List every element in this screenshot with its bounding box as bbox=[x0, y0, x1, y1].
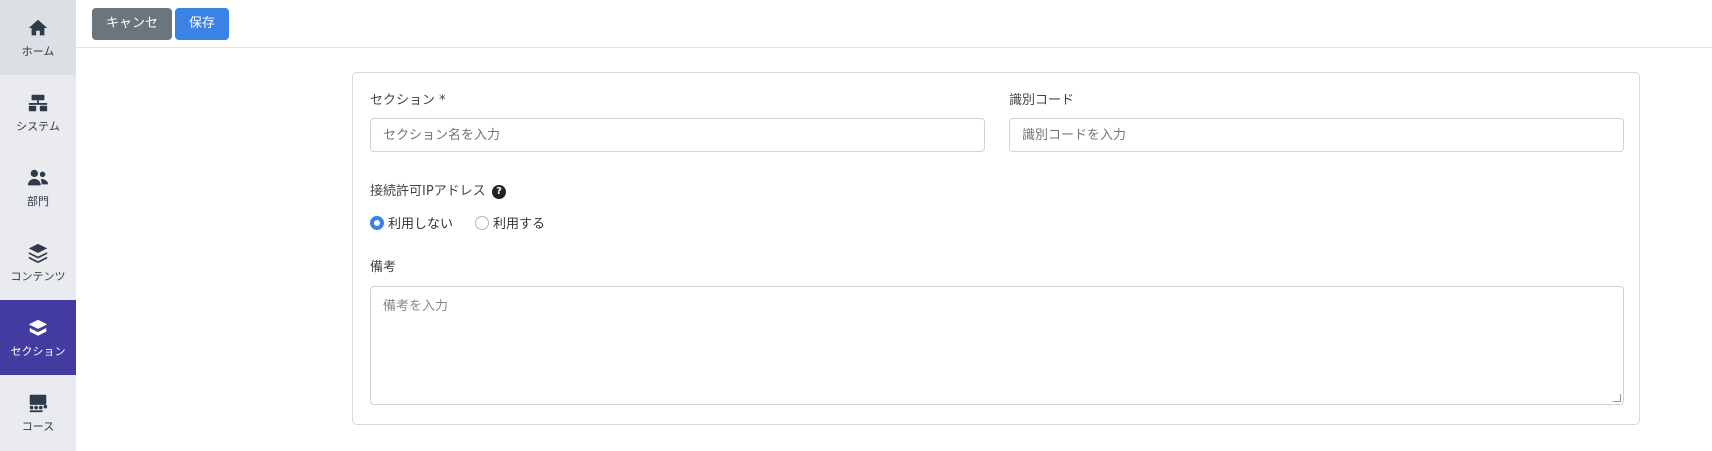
ip-option-enabled[interactable]: 利用する bbox=[475, 213, 545, 232]
section-icon bbox=[26, 317, 50, 339]
section-name-label: セクション * bbox=[370, 93, 446, 108]
sidebar-item-home[interactable]: ホーム bbox=[0, 0, 76, 75]
code-label: 識別コード bbox=[1009, 93, 1075, 108]
sidebar-item-department[interactable]: 部門 bbox=[0, 150, 76, 225]
sidebar-item-course[interactable]: コース bbox=[0, 375, 76, 450]
toolbar: キャンセル 保存 bbox=[76, 0, 1712, 63]
question-circle-icon[interactable]: ? bbox=[492, 185, 506, 199]
sidebar-item-label: コース bbox=[21, 420, 55, 433]
resize-handle-icon[interactable] bbox=[1613, 394, 1621, 402]
section-form-card: セクション * 識別コード 接続許可IPアドレス ? 利用しない 利用する 備考… bbox=[352, 72, 1640, 425]
users-icon bbox=[26, 167, 50, 189]
ip-radio-group: 利用しない 利用する bbox=[370, 213, 567, 232]
ip-option-disabled[interactable]: 利用しない bbox=[370, 213, 453, 232]
sidebar-item-system[interactable]: システム bbox=[0, 75, 76, 150]
ip-option-disabled-label: 利用しない bbox=[388, 217, 454, 232]
save-button[interactable]: 保存 bbox=[175, 8, 229, 40]
radio-checked-icon[interactable] bbox=[370, 215, 384, 230]
sidebar-item-label: ホーム bbox=[21, 45, 55, 58]
sidebar-item-label: セクション bbox=[10, 345, 66, 358]
ip-label: 接続許可IPアドレス bbox=[370, 184, 486, 199]
layers-icon bbox=[26, 242, 50, 264]
sidebar-item-label: コンテンツ bbox=[10, 270, 66, 283]
notes-textarea[interactable]: 備考を入力 bbox=[370, 286, 1624, 405]
notes-placeholder: 備考を入力 bbox=[383, 299, 449, 314]
home-icon bbox=[26, 17, 50, 39]
sidebar-item-section[interactable]: セクション bbox=[0, 300, 76, 375]
sidebar-item-label: システム bbox=[16, 120, 60, 133]
ip-option-enabled-label: 利用する bbox=[493, 217, 546, 232]
code-input[interactable] bbox=[1009, 118, 1624, 152]
radio-unchecked-icon[interactable] bbox=[475, 215, 490, 230]
section-name-input[interactable] bbox=[370, 118, 985, 152]
sidebar: ホーム システム 部門 コンテンツ セクション コース bbox=[0, 0, 76, 451]
sidebar-item-label: 部門 bbox=[27, 195, 49, 208]
sidebar-item-contents[interactable]: コンテンツ bbox=[0, 225, 76, 300]
system-icon bbox=[26, 92, 50, 114]
course-icon bbox=[26, 392, 50, 414]
cancel-button[interactable]: キャンセル bbox=[92, 8, 172, 63]
notes-label: 備考 bbox=[370, 260, 397, 275]
